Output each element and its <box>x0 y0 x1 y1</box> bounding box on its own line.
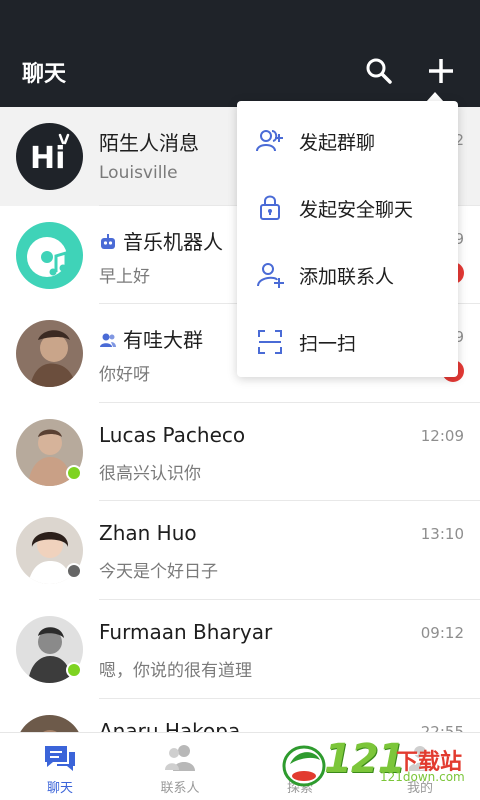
chat-preview: 嗯，你说的很有道理 <box>99 660 252 681</box>
menu-item-label: 添加联系人 <box>299 266 395 288</box>
chat-time: 12:09 <box>420 426 464 445</box>
online-status-dot <box>66 464 82 481</box>
menu-item-scan[interactable]: 扫一扫 <box>237 307 458 373</box>
chat-preview: 早上好 <box>99 266 150 287</box>
chat-time: 13:10 <box>420 525 464 544</box>
lock-icon <box>255 193 285 223</box>
tab-label: 联系人 <box>160 781 200 796</box>
chat-row-zhan[interactable]: Zhan Huo 今天是个好日子 13:10 <box>0 501 480 600</box>
chat-name: 陌生人消息 <box>99 131 199 155</box>
chat-time: 22:55 <box>420 722 464 732</box>
tab-chats[interactable]: 聊天 <box>0 733 120 800</box>
svg-text:Hi: Hi <box>30 141 65 176</box>
chat-name-text: 有哇大群 <box>123 328 203 353</box>
online-status-dot <box>66 661 82 678</box>
music-avatar <box>16 221 83 289</box>
chat-icon <box>43 743 77 773</box>
hi-avatar: Hi <box>16 123 83 190</box>
add-contact-icon <box>255 260 285 290</box>
app-header: 聊天 <box>0 0 480 107</box>
menu-item-add-contact[interactable]: 添加联系人 <box>237 240 458 306</box>
chat-name: 有哇大群 <box>99 324 203 354</box>
plus-button[interactable] <box>424 54 458 88</box>
chat-preview: 很高兴认识你 <box>99 463 201 484</box>
page-title: 聊天 <box>22 62 67 87</box>
robot-icon <box>99 232 117 256</box>
tab-label: 聊天 <box>46 781 73 796</box>
add-group-icon <box>255 126 285 156</box>
chat-preview: Louisville <box>99 163 178 183</box>
search-button[interactable] <box>362 54 396 88</box>
offline-status-dot <box>66 563 82 580</box>
photo-avatar <box>16 714 83 732</box>
tab-contacts[interactable]: 联系人 <box>120 733 240 800</box>
chat-preview: 你好呀 <box>99 365 150 386</box>
chat-time: 09:12 <box>420 623 464 642</box>
menu-item-start-group-chat[interactable]: 发起群聊 <box>237 106 458 172</box>
group-icon <box>99 330 117 354</box>
chat-name: Anaru Hakopa <box>99 718 241 732</box>
chat-preview: 今天是个好日子 <box>99 562 218 583</box>
chat-name: Zhan Huo <box>99 521 197 546</box>
watermark-url: 121down.com <box>380 770 465 784</box>
watermark: 121 下载站 121down.com <box>280 736 476 792</box>
menu-item-label: 发起群聊 <box>299 132 376 154</box>
menu-item-label: 扫一扫 <box>299 333 357 355</box>
plus-dropdown-menu: 发起群聊 发起安全聊天 添加联系人 扫一扫 <box>237 101 458 377</box>
chat-name: 音乐机器人 <box>99 226 223 256</box>
chat-row-furmaan[interactable]: Furmaan Bharyar 嗯，你说的很有道理 09:12 <box>0 600 480 699</box>
chat-row-anaru[interactable]: Anaru Hakopa 22:55 <box>0 699 480 732</box>
menu-item-label: 发起安全聊天 <box>299 199 414 221</box>
search-icon <box>366 58 392 84</box>
chat-name-text: 音乐机器人 <box>123 229 223 254</box>
photo-avatar <box>16 320 83 388</box>
chat-name: Lucas Pacheco <box>99 422 246 447</box>
chat-row-lucas[interactable]: Lucas Pacheco 很高兴认识你 12:09 <box>0 403 480 502</box>
chat-name: Furmaan Bharyar <box>99 619 273 644</box>
contacts-icon <box>163 743 197 773</box>
menu-item-secure-chat[interactable]: 发起安全聊天 <box>237 173 458 239</box>
plus-icon <box>429 59 453 83</box>
scan-icon <box>255 327 285 357</box>
